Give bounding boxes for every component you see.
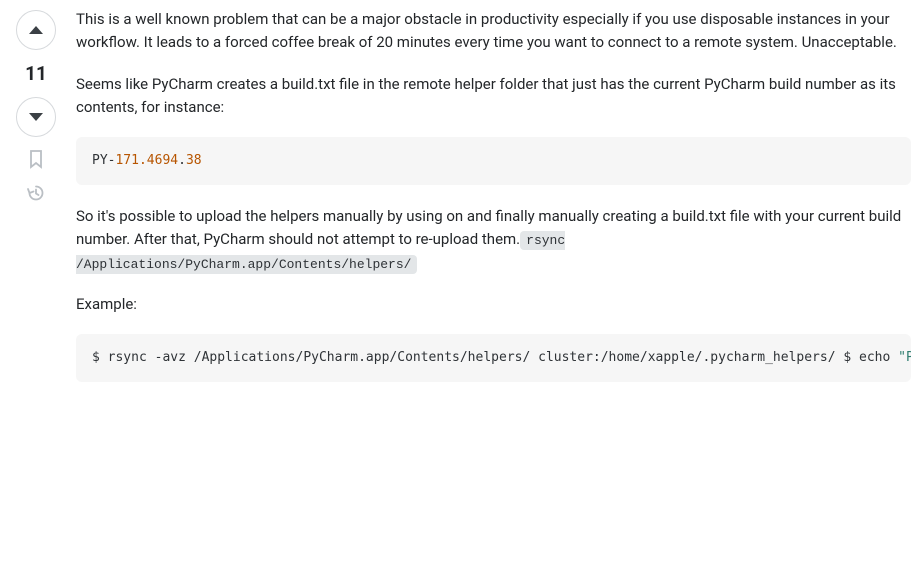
- bookmark-button[interactable]: [24, 147, 48, 171]
- upvote-button[interactable]: [16, 10, 56, 50]
- caret-up-icon: [28, 25, 44, 35]
- bookmark-icon: [28, 149, 44, 169]
- vote-count: 11: [25, 62, 47, 85]
- code-block[interactable]: PY-171.4694.38: [76, 137, 911, 185]
- answer-body: This is a well known problem that can be…: [76, 8, 911, 402]
- code-content: PY-171.4694.38: [92, 153, 202, 168]
- vote-cell: 11: [12, 8, 60, 402]
- paragraph: Seems like PyCharm creates a build.txt f…: [76, 73, 911, 120]
- code-block[interactable]: $ rsync -avz /Applications/PyCharm.app/C…: [76, 334, 911, 382]
- paragraph: Example:: [76, 293, 911, 316]
- answer-layout: 11 This is a well known problem that can…: [0, 0, 923, 410]
- paragraph-text: So it's possible to upload the helpers m…: [76, 207, 901, 248]
- history-icon: [26, 183, 46, 203]
- paragraph: So it's possible to upload the helpers m…: [76, 205, 911, 275]
- code-content: $ rsync -avz /Applications/PyCharm.app/C…: [92, 350, 911, 365]
- caret-down-icon: [28, 112, 44, 122]
- downvote-button[interactable]: [16, 97, 56, 137]
- history-button[interactable]: [24, 181, 48, 205]
- paragraph: This is a well known problem that can be…: [76, 8, 911, 55]
